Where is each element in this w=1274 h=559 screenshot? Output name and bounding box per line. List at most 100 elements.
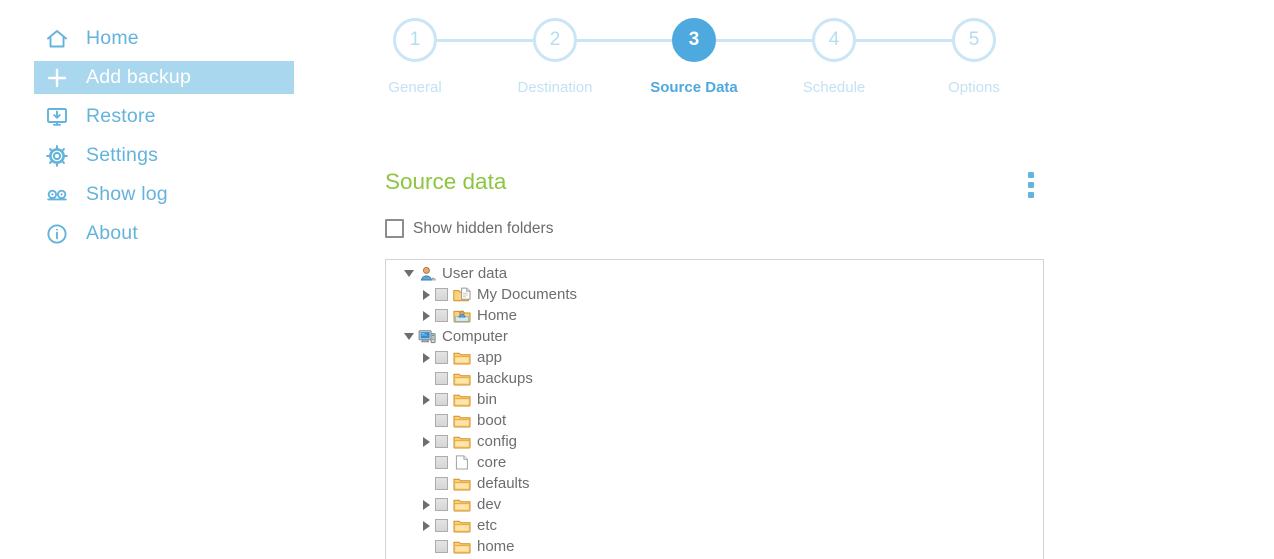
folder-icon: [453, 497, 471, 513]
tree-item-label: User data: [442, 265, 508, 282]
tree-row[interactable]: backups: [386, 368, 1043, 389]
show-hidden-folders-row[interactable]: Show hidden folders: [385, 219, 553, 238]
tree-item-checkbox[interactable]: [435, 519, 448, 532]
tree-item-checkbox[interactable]: [435, 288, 448, 301]
kebab-dot: [1028, 172, 1034, 178]
wizard-step-destination[interactable]: 2 Destination: [495, 18, 615, 96]
kebab-dot: [1028, 182, 1034, 188]
chevron-right-icon[interactable]: [417, 520, 435, 531]
gear-icon: [42, 141, 72, 171]
source-data-tree[interactable]: User data My Documents Home Computer app back…: [385, 259, 1044, 559]
plus-icon: [42, 63, 72, 93]
sidebar-item-label: Home: [86, 27, 139, 49]
tree-item-checkbox[interactable]: [435, 393, 448, 406]
sidebar-item-label: Settings: [86, 144, 159, 166]
tree-item-checkbox[interactable]: [435, 435, 448, 448]
tree-row[interactable]: Home: [386, 305, 1043, 326]
chevron-right-icon[interactable]: [417, 289, 435, 300]
tree-row[interactable]: app: [386, 347, 1043, 368]
tree-item-label: core: [477, 454, 507, 471]
tree-item-label: backups: [477, 370, 533, 387]
sidebar-item-home[interactable]: Home: [34, 22, 294, 55]
tree-item-label: boot: [477, 412, 507, 429]
step-number-badge[interactable]: 5: [952, 18, 996, 62]
tree-row[interactable]: core: [386, 452, 1043, 473]
step-label: Schedule: [802, 79, 866, 96]
sidebar-item-about[interactable]: About: [34, 217, 294, 250]
kebab-dot: [1028, 192, 1034, 198]
step-label: General: [388, 79, 442, 96]
tree-item-checkbox[interactable]: [435, 414, 448, 427]
step-connector-line: [435, 39, 535, 42]
step-number-badge[interactable]: 4: [812, 18, 856, 62]
tree-item-checkbox[interactable]: [435, 498, 448, 511]
tree-item-label: Computer: [442, 328, 508, 345]
chevron-right-icon[interactable]: [417, 394, 435, 405]
folder-icon: [453, 350, 471, 366]
step-label: Destination: [517, 79, 593, 96]
sidebar: Home Add backup Restore Settings Show log Abo…: [0, 0, 340, 559]
tree-row[interactable]: bin: [386, 389, 1043, 410]
log-icon: [42, 180, 72, 210]
chevron-right-icon[interactable]: [417, 352, 435, 363]
tree-row[interactable]: boot: [386, 410, 1043, 431]
tree-item-checkbox[interactable]: [435, 477, 448, 490]
sidebar-item-label: About: [86, 222, 138, 244]
tree-item-checkbox[interactable]: [435, 540, 448, 553]
show-hidden-folders-checkbox[interactable]: [385, 219, 404, 238]
sidebar-item-settings[interactable]: Settings: [34, 139, 294, 172]
chevron-right-icon[interactable]: [417, 499, 435, 510]
chevron-down-icon[interactable]: [400, 333, 418, 340]
wizard-step-schedule[interactable]: 4 Schedule: [774, 18, 894, 96]
sidebar-item-show-log[interactable]: Show log: [34, 178, 294, 211]
step-connector-line: [714, 39, 814, 42]
wizard-step-options[interactable]: 5 Options: [914, 18, 1034, 96]
sidebar-item-add-backup[interactable]: Add backup: [34, 61, 294, 94]
step-connector-line: [854, 39, 954, 42]
sidebar-item-label: Show log: [86, 183, 168, 205]
tree-item-checkbox[interactable]: [435, 456, 448, 469]
tree-row[interactable]: User data: [386, 263, 1043, 284]
step-number-badge[interactable]: 1: [393, 18, 437, 62]
file-icon: [453, 454, 471, 471]
tree-item-label: Home: [477, 307, 518, 324]
sidebar-item-label: Add backup: [86, 66, 191, 88]
wizard-step-general[interactable]: 1 General: [355, 18, 475, 96]
tree-item-label: dev: [477, 496, 502, 513]
wizard-step-source-data[interactable]: 3 Source Data: [634, 18, 754, 96]
folder-icon: [453, 392, 471, 408]
tree-row[interactable]: My Documents: [386, 284, 1043, 305]
overflow-menu-icon[interactable]: [1020, 172, 1042, 198]
chevron-right-icon[interactable]: [417, 310, 435, 321]
step-number-badge[interactable]: 3: [672, 18, 716, 62]
tree-row[interactable]: config: [386, 431, 1043, 452]
tree-row[interactable]: defaults: [386, 473, 1043, 494]
tree-item-label: My Documents: [477, 286, 578, 303]
tree-row[interactable]: home: [386, 536, 1043, 557]
sidebar-item-restore[interactable]: Restore: [34, 100, 294, 133]
info-icon: [42, 219, 72, 249]
tree-item-checkbox[interactable]: [435, 351, 448, 364]
chevron-down-icon[interactable]: [400, 270, 418, 277]
tree-row[interactable]: Computer: [386, 326, 1043, 347]
step-label: Source Data: [650, 79, 738, 96]
tree-item-label: config: [477, 433, 518, 450]
tree-row[interactable]: dev: [386, 494, 1043, 515]
folder-icon: [453, 539, 471, 555]
folder-icon: [453, 434, 471, 450]
chevron-right-icon[interactable]: [417, 436, 435, 447]
show-hidden-folders-label: Show hidden folders: [413, 219, 554, 237]
tree-row[interactable]: etc: [386, 515, 1043, 536]
documents-icon: [453, 287, 471, 303]
folder-icon: [453, 476, 471, 492]
sidebar-item-label: Restore: [86, 105, 156, 127]
tree-item-label: home: [477, 538, 515, 555]
tree-item-label: etc: [477, 517, 498, 534]
folder-icon: [453, 413, 471, 429]
tree-item-label: bin: [477, 391, 498, 408]
step-number-badge[interactable]: 2: [533, 18, 577, 62]
tree-item-checkbox[interactable]: [435, 309, 448, 322]
home-icon: [42, 24, 72, 54]
tree-item-checkbox[interactable]: [435, 372, 448, 385]
tree-item-label: defaults: [477, 475, 530, 492]
